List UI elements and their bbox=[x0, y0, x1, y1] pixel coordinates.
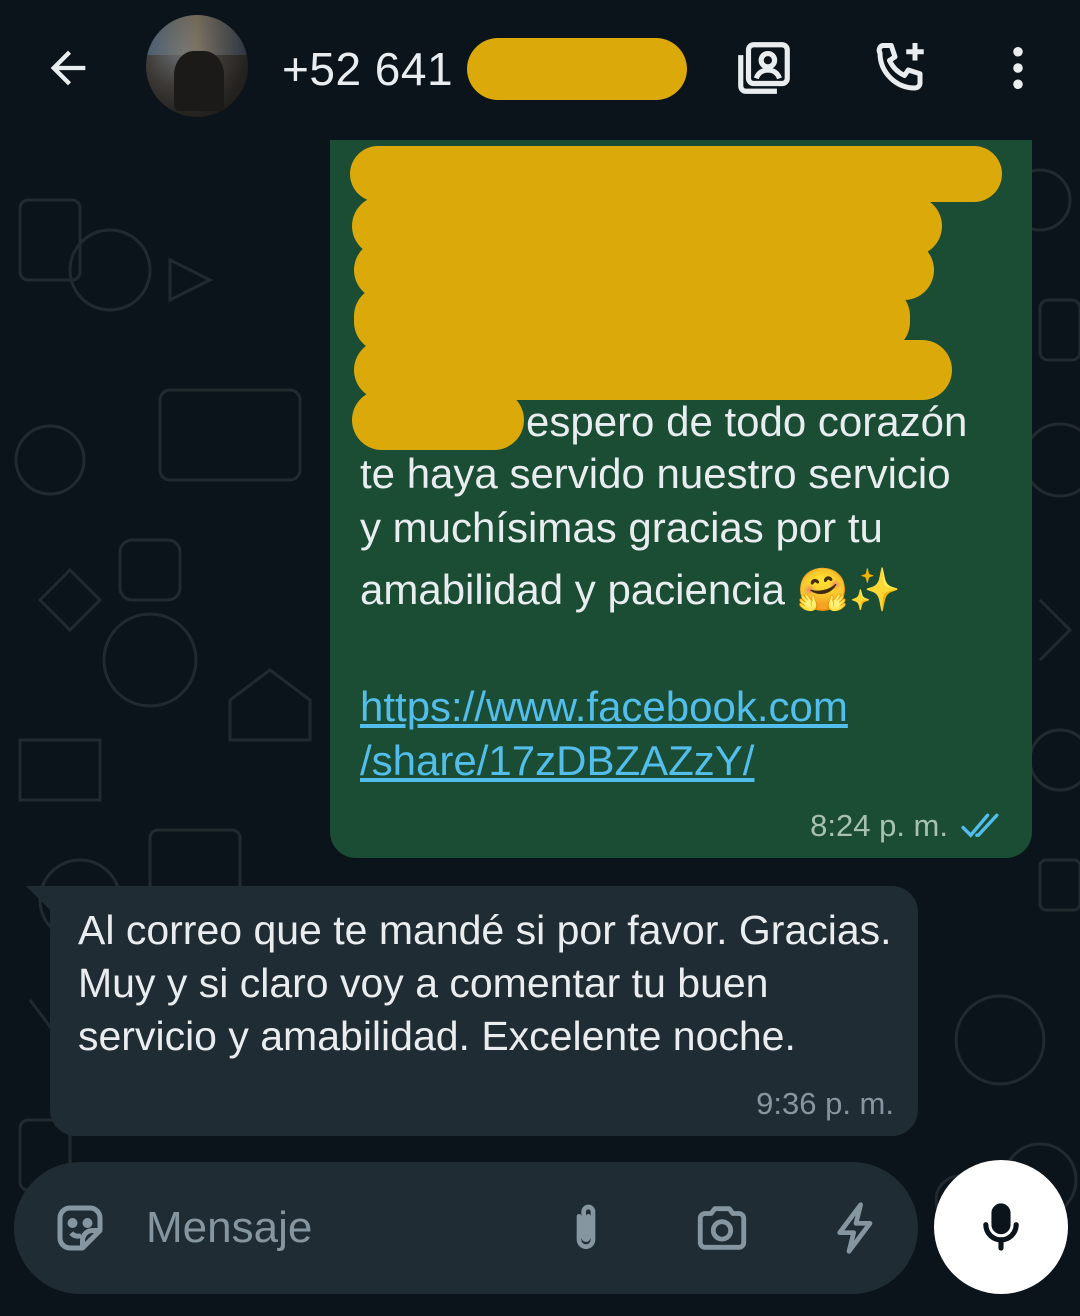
contact-name[interactable]: +52 641 bbox=[282, 38, 688, 100]
outgoing-message[interactable]: espero de todo corazón te haya servido n… bbox=[330, 140, 1032, 858]
contact-card-icon bbox=[738, 42, 790, 94]
link-line: /share/17zDBZAZzY/ bbox=[360, 737, 755, 784]
voice-message-button[interactable] bbox=[934, 1160, 1068, 1294]
paperclip-icon bbox=[576, 1204, 596, 1249]
facebook-link[interactable]: https://www.facebook.com /share/17zDBZAZ… bbox=[360, 680, 848, 788]
microphone-icon bbox=[983, 1203, 1019, 1251]
message-line: amabilidad y paciencia 🤗✨ bbox=[360, 566, 902, 613]
contact-avatar[interactable] bbox=[146, 15, 248, 117]
sticker-icon bbox=[57, 1205, 103, 1251]
contact-number: +52 641 bbox=[282, 43, 454, 95]
message-text: Al correo que te mandé si por favor. Gra… bbox=[78, 907, 892, 1059]
sticker-button[interactable] bbox=[44, 1192, 116, 1264]
message-composer bbox=[14, 1162, 918, 1294]
redaction-mark bbox=[350, 146, 1002, 202]
more-options-button[interactable] bbox=[980, 30, 1056, 106]
message-line: y muchísimas gracias por tu bbox=[360, 504, 883, 551]
more-vert-icon bbox=[1013, 46, 1023, 90]
arrow-left-icon bbox=[50, 50, 86, 86]
chat-header: +52 641 bbox=[0, 0, 1080, 140]
camera-icon bbox=[697, 1206, 747, 1250]
add-call-icon bbox=[876, 43, 924, 91]
conversation-area[interactable]: espero de todo corazón te haya servido n… bbox=[0, 140, 1080, 1316]
message-line: te haya servido nuestro servicio bbox=[360, 450, 951, 497]
redaction-mark bbox=[352, 390, 524, 450]
message-meta: 8:24 p. m. bbox=[810, 808, 1006, 844]
attach-button[interactable] bbox=[550, 1192, 622, 1264]
add-call-button[interactable] bbox=[862, 30, 938, 106]
bubble-tail bbox=[26, 886, 52, 912]
camera-button[interactable] bbox=[686, 1192, 758, 1264]
contact-card-button[interactable] bbox=[726, 30, 802, 106]
message-time: 8:24 p. m. bbox=[810, 808, 948, 843]
lightning-icon bbox=[837, 1202, 873, 1254]
double-check-icon bbox=[961, 813, 999, 838]
incoming-message[interactable]: Al correo que te mandé si por favor. Gra… bbox=[50, 886, 918, 1136]
back-button[interactable] bbox=[30, 30, 106, 106]
message-time: 9:36 p. m. bbox=[756, 1086, 894, 1121]
message-input[interactable] bbox=[146, 1198, 526, 1258]
message-line: espero de todo corazón bbox=[526, 398, 968, 445]
quick-reply-button[interactable] bbox=[820, 1192, 892, 1264]
redaction-mark bbox=[467, 38, 688, 100]
link-line: https://www.facebook.com bbox=[360, 683, 848, 730]
